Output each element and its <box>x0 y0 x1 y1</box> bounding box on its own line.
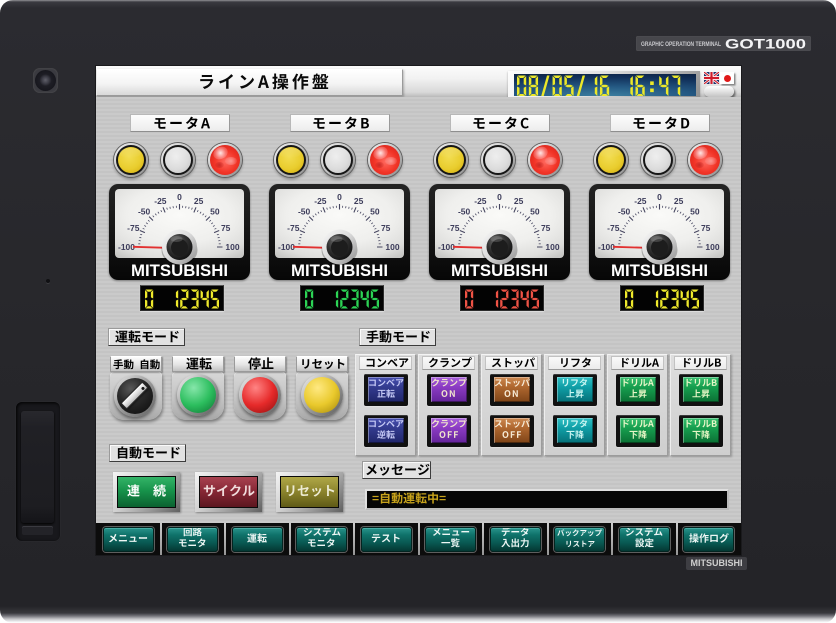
svg-text:75: 75 <box>221 223 231 233</box>
svg-text:100: 100 <box>225 242 239 252</box>
svg-text:-100: -100 <box>598 242 615 252</box>
svg-text:-50: -50 <box>138 207 151 217</box>
svg-text:75: 75 <box>541 223 551 233</box>
svg-text:-50: -50 <box>618 207 631 217</box>
svg-text:MITSUBISHI: MITSUBISHI <box>451 261 548 280</box>
svg-text:MITSUBISHI: MITSUBISHI <box>131 261 228 280</box>
svg-text:-75: -75 <box>607 223 620 233</box>
svg-text:-25: -25 <box>634 196 647 206</box>
svg-text:25: 25 <box>514 196 524 206</box>
svg-text:-25: -25 <box>154 196 167 206</box>
svg-text:MITSUBISHI: MITSUBISHI <box>291 261 388 280</box>
svg-text:GRAPHIC OPERATION TERMINAL: GRAPHIC OPERATION TERMINAL <box>641 41 721 48</box>
svg-text:-75: -75 <box>287 223 300 233</box>
svg-text:0: 0 <box>497 192 502 202</box>
svg-text:50: 50 <box>530 207 540 217</box>
svg-text:-50: -50 <box>298 207 311 217</box>
svg-text:-25: -25 <box>474 196 487 206</box>
svg-text:MITSUBISHI: MITSUBISHI <box>611 261 708 280</box>
svg-text:-75: -75 <box>127 223 140 233</box>
svg-text:25: 25 <box>194 196 204 206</box>
svg-text:GOT1000: GOT1000 <box>725 37 806 52</box>
svg-text:100: 100 <box>545 242 559 252</box>
svg-text:50: 50 <box>370 207 380 217</box>
svg-text:25: 25 <box>354 196 364 206</box>
svg-text:50: 50 <box>690 207 700 217</box>
svg-text:0: 0 <box>177 192 182 202</box>
svg-text:-25: -25 <box>314 196 327 206</box>
svg-text:25: 25 <box>674 196 684 206</box>
svg-text:-100: -100 <box>278 242 295 252</box>
svg-text:-100: -100 <box>118 242 135 252</box>
svg-text:-50: -50 <box>458 207 471 217</box>
svg-text:50: 50 <box>210 207 220 217</box>
svg-text:0: 0 <box>337 192 342 202</box>
svg-text:-100: -100 <box>438 242 455 252</box>
svg-text:100: 100 <box>705 242 719 252</box>
svg-text:0: 0 <box>657 192 662 202</box>
svg-text:75: 75 <box>381 223 391 233</box>
svg-text:100: 100 <box>385 242 399 252</box>
svg-text:75: 75 <box>701 223 711 233</box>
svg-text:-75: -75 <box>447 223 460 233</box>
